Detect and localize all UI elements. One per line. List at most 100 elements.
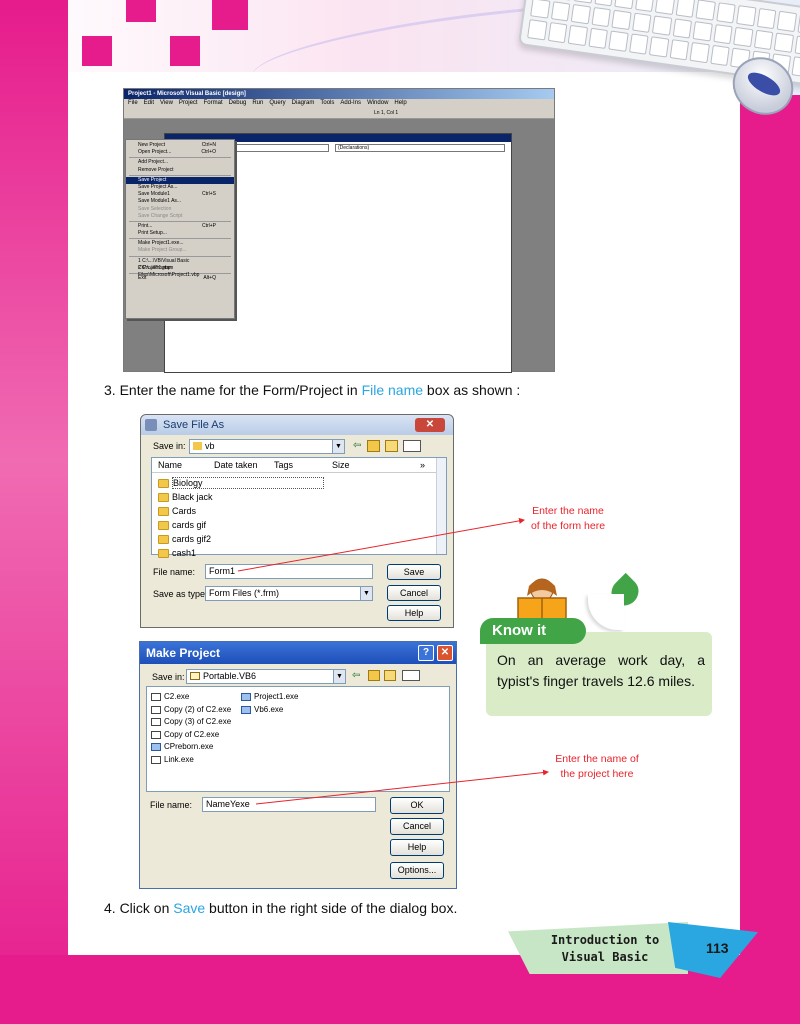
keyboard-key xyxy=(793,35,800,56)
folder-list-item[interactable]: cash1 xyxy=(158,546,196,560)
keyboard-key xyxy=(709,45,730,67)
ide-menu-run[interactable]: Run xyxy=(252,99,263,108)
file-list-item[interactable]: Copy of C2.exe xyxy=(151,729,219,741)
column-size[interactable]: Size xyxy=(332,460,350,470)
make-help-button[interactable]: Help xyxy=(390,839,444,856)
file-name-input[interactable]: Form1 xyxy=(205,564,373,579)
file-menu-item[interactable]: Add Project... xyxy=(126,159,234,166)
file-list-item[interactable]: Project1.exe xyxy=(241,691,298,703)
back-icon[interactable]: ⇦ xyxy=(352,670,360,681)
cancel-button[interactable]: Cancel xyxy=(387,585,441,601)
file-menu-item[interactable]: Save Change Script xyxy=(126,213,234,220)
keyboard-key xyxy=(695,0,716,21)
ide-menu-debug[interactable]: Debug xyxy=(229,99,247,108)
ide-menu-window[interactable]: Window xyxy=(367,99,388,108)
vb-ide-screenshot: Project1 - Microsoft Visual Basic [desig… xyxy=(123,88,555,373)
save-in-select[interactable]: vb ▼ xyxy=(189,439,345,454)
close-icon[interactable]: ✕ xyxy=(415,418,445,432)
save-type-select[interactable]: Form Files (*.frm) ▼ xyxy=(205,586,373,601)
file-menu-item[interactable]: Save Project xyxy=(126,176,234,184)
ide-menu-project[interactable]: Project xyxy=(179,99,198,108)
project-callout-line2: the project here xyxy=(560,768,634,780)
keyboard-key xyxy=(573,0,594,4)
file-menu-item[interactable]: 2 C:\...\Program Files\Microsoft\Project… xyxy=(126,264,234,279)
menu-separator xyxy=(129,220,231,222)
file-menu-item-label: New Project xyxy=(138,142,165,148)
folder-icon xyxy=(158,479,169,488)
file-list-item[interactable]: Link.exe xyxy=(151,754,194,766)
file-list-item[interactable]: Copy (2) of C2.exe xyxy=(151,704,231,716)
help-icon[interactable]: ? xyxy=(418,645,434,661)
make-save-in-value: Portable.VB6 xyxy=(203,671,257,681)
back-icon[interactable]: ⇦ xyxy=(353,440,361,451)
options-button[interactable]: Options... xyxy=(390,862,444,879)
save-dialog-title: Save File As xyxy=(163,419,225,431)
save-type-label: Save as type: xyxy=(153,589,208,599)
procedure-combo: (Declarations) xyxy=(335,144,505,152)
save-button[interactable]: Save xyxy=(387,564,441,580)
make-dialog-title: Make Project xyxy=(146,646,221,660)
file-menu-item[interactable]: Make Project Group... xyxy=(126,247,234,254)
folder-list-item[interactable]: Black jack xyxy=(158,490,213,504)
step-4-prefix: 4. Click on xyxy=(104,900,174,916)
ok-button[interactable]: OK xyxy=(390,797,444,814)
ide-menu-add-ins[interactable]: Add-Ins xyxy=(340,99,361,108)
file-list-item[interactable]: Copy (3) of C2.exe xyxy=(151,716,231,728)
file-menu-item-label: 2 C:\...\Program Files\Microsoft\Project… xyxy=(138,264,200,279)
up-folder-icon[interactable] xyxy=(368,670,380,681)
keyboard-key xyxy=(628,33,649,55)
column-name[interactable]: Name xyxy=(158,460,182,470)
folder-list-item[interactable]: cards gif2 xyxy=(158,532,211,546)
project-name-callout: Enter the name of the project here xyxy=(544,752,650,782)
chevron-down-icon: ▼ xyxy=(360,587,372,600)
ide-menu-edit[interactable]: Edit xyxy=(144,99,154,108)
close-icon[interactable]: ✕ xyxy=(437,645,453,661)
file-menu-item[interactable]: 1 C:\...\VB\Visual Basic C\Project1.vbp xyxy=(126,258,234,271)
file-menu-item[interactable]: Make Project1.exe... xyxy=(126,240,234,247)
vertical-scrollbar[interactable] xyxy=(436,458,446,554)
file-menu-item[interactable]: Save Module1 Ctrl+S xyxy=(126,191,234,198)
make-cancel-button[interactable]: Cancel xyxy=(390,818,444,835)
file-menu-item-shortcut: Ctrl+P xyxy=(201,222,216,229)
save-dialog-title-bar: Save File As ✕ xyxy=(141,415,453,435)
up-folder-icon[interactable] xyxy=(367,440,380,452)
new-folder-icon[interactable] xyxy=(385,440,398,452)
help-button[interactable]: Help xyxy=(387,605,441,621)
file-list-item[interactable]: Vb6.exe xyxy=(241,704,283,716)
folder-list-item[interactable]: Cards xyxy=(158,504,196,518)
more-columns-icon[interactable]: » xyxy=(420,460,425,470)
new-folder-icon[interactable] xyxy=(384,670,396,681)
keyboard-key xyxy=(631,12,652,34)
executable-icon xyxy=(151,705,161,714)
folder-list-item[interactable]: Biology xyxy=(158,476,324,490)
column-tags[interactable]: Tags xyxy=(274,460,293,470)
ide-menu-diagram[interactable]: Diagram xyxy=(292,99,315,108)
file-name: CPreborn.exe xyxy=(164,742,214,751)
file-menu-item[interactable]: Save Module1 As... xyxy=(126,198,234,205)
folder-name: Cards xyxy=(172,506,197,516)
file-menu-item[interactable]: Remove Project xyxy=(126,167,234,174)
ide-menu-view[interactable]: View xyxy=(160,99,173,108)
file-menu-item[interactable]: Print... Ctrl+P xyxy=(126,223,234,230)
ide-toolbar: Ln 1, Col 1 xyxy=(124,108,554,119)
file-menu-item[interactable]: Open Project... Ctrl+O xyxy=(126,149,234,156)
file-name-label: File name: xyxy=(153,567,196,577)
keyboard-key xyxy=(712,23,733,45)
file-menu-item[interactable]: Save Project As... xyxy=(126,184,234,191)
views-icon[interactable] xyxy=(402,670,420,681)
ide-menu-query[interactable]: Query xyxy=(269,99,285,108)
file-menu-item[interactable]: Save Selection xyxy=(126,206,234,213)
folder-list-item[interactable]: cards gif xyxy=(158,518,206,532)
column-date-taken[interactable]: Date taken xyxy=(214,460,258,470)
file-menu-item[interactable]: New Project Ctrl+N xyxy=(126,142,234,149)
make-save-in-select[interactable]: Portable.VB6 ▼ xyxy=(186,669,346,684)
file-menu-item[interactable]: Print Setup... xyxy=(126,230,234,237)
views-icon[interactable] xyxy=(403,440,421,452)
ide-menu-file[interactable]: File xyxy=(128,99,138,108)
ide-menu-tools[interactable]: Tools xyxy=(320,99,334,108)
ide-menu-help[interactable]: Help xyxy=(394,99,406,108)
file-list-item[interactable]: C2.exe xyxy=(151,691,189,703)
file-list-item[interactable]: CPreborn.exe xyxy=(151,741,213,753)
ide-menu-format[interactable]: Format xyxy=(204,99,223,108)
make-file-name-input[interactable]: NameYexe xyxy=(202,797,376,812)
